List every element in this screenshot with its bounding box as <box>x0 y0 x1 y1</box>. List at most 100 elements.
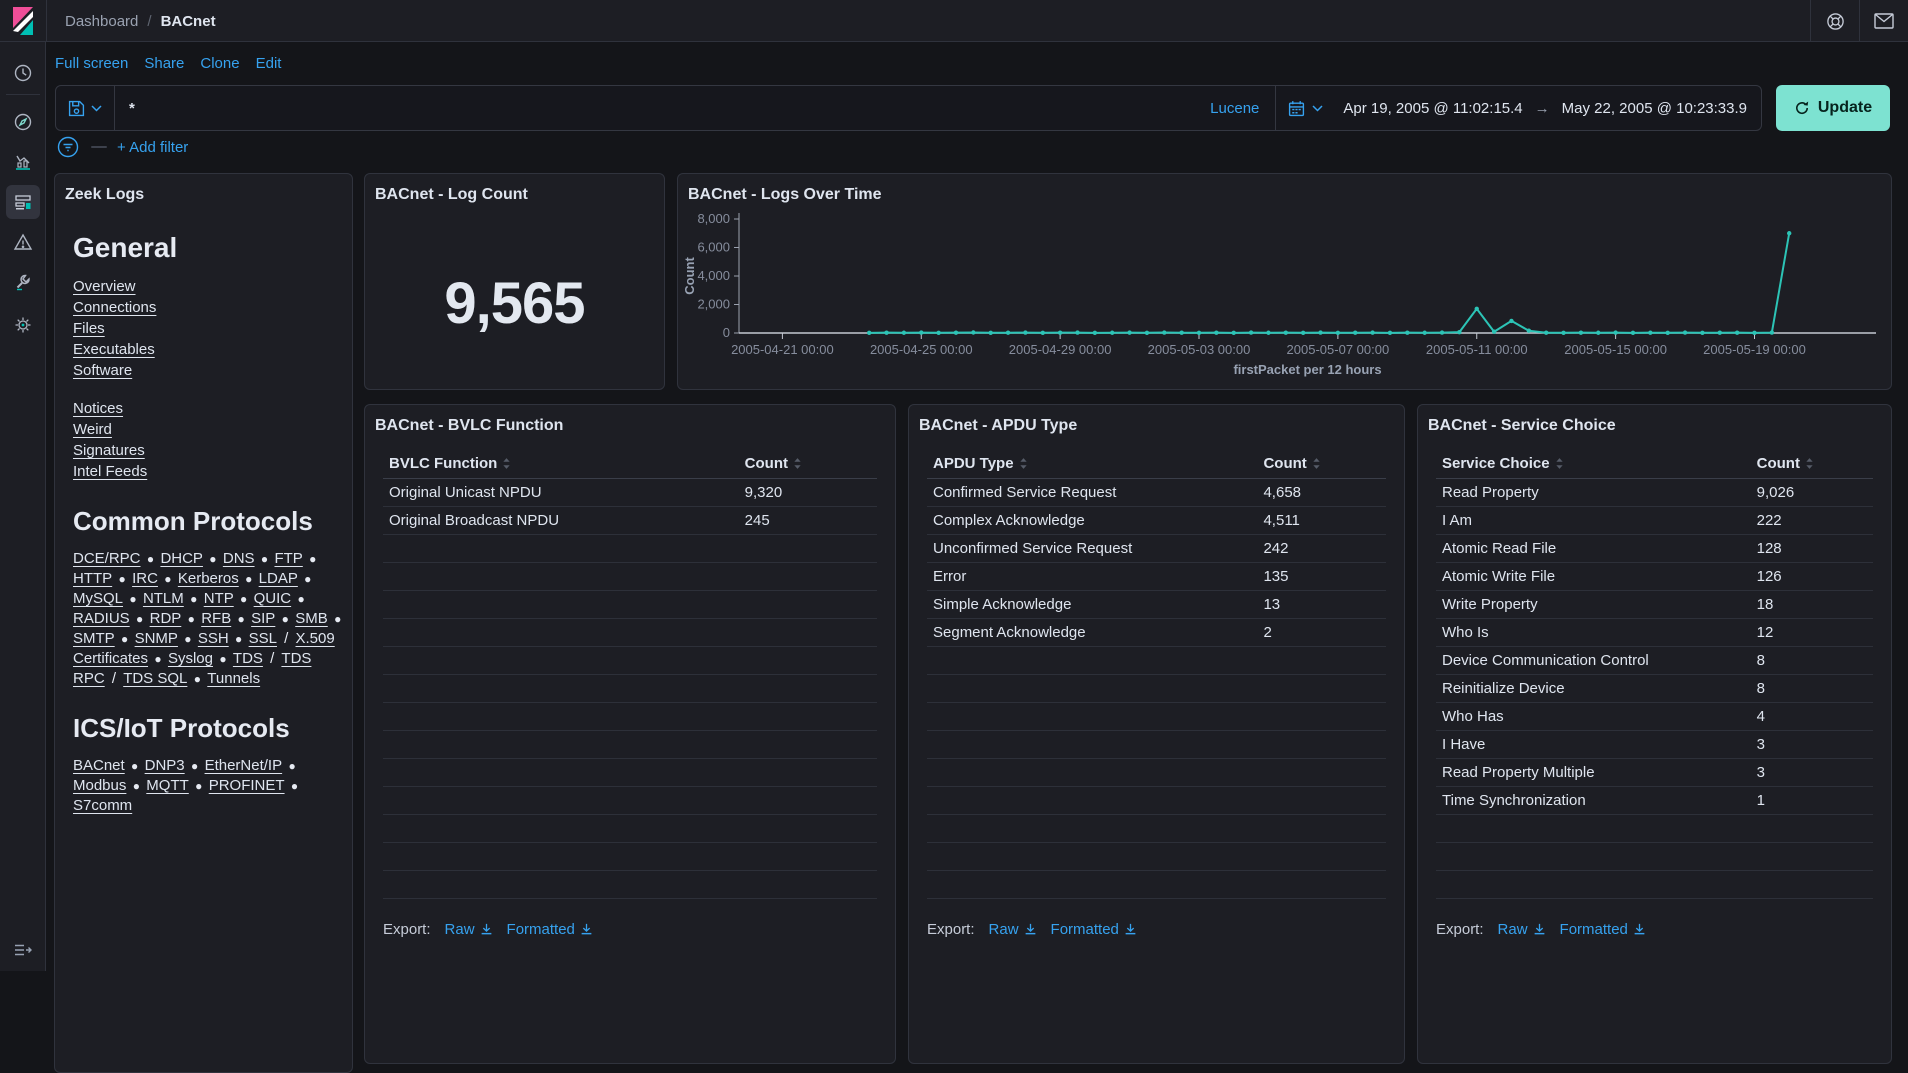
date-range: Apr 19, 2005 @ 11:02:15.4 → May 22, 2005… <box>1335 86 1761 130</box>
zeek-link-rfb[interactable]: RFB <box>201 610 231 627</box>
export-formatted-link[interactable]: Formatted <box>1560 921 1646 938</box>
help-button[interactable] <box>1810 0 1859 42</box>
zeek-link-sip[interactable]: SIP <box>251 610 275 627</box>
sort-icon <box>1312 457 1321 470</box>
table-empty-row <box>927 647 1386 675</box>
column-header-count[interactable]: Count <box>739 455 877 472</box>
kibana-logo[interactable] <box>0 0 47 42</box>
sort-icon <box>1555 457 1564 470</box>
add-filter-button[interactable]: + Add filter <box>117 139 188 156</box>
x-tick-label: 2005-04-25 00:00 <box>870 342 973 357</box>
nav-item-discover[interactable] <box>6 105 40 139</box>
table-row: Reinitialize Device8 <box>1436 675 1873 703</box>
zeek-link-intel-feeds[interactable]: Intel Feeds <box>73 463 147 480</box>
nav-item-visualize[interactable] <box>6 145 40 179</box>
zeek-link-overview[interactable]: Overview <box>73 278 136 295</box>
zeek-link-ftp[interactable]: FTP <box>274 550 302 567</box>
zeek-link-irc[interactable]: IRC <box>132 570 158 587</box>
zeek-link-smb[interactable]: SMB <box>295 610 328 627</box>
zeek-link-executables[interactable]: Executables <box>73 341 155 358</box>
column-header-text: Count <box>745 455 788 472</box>
newsfeed-button[interactable] <box>1859 0 1908 42</box>
column-header-label[interactable]: BVLC Function <box>383 455 739 472</box>
zeek-link-dnp3[interactable]: DNP3 <box>145 757 185 774</box>
query-input[interactable]: * <box>115 86 1194 130</box>
zeek-link-signatures[interactable]: Signatures <box>73 442 145 459</box>
nav-item-alerts[interactable] <box>6 225 40 259</box>
row-label: Original Unicast NPDU <box>383 484 739 501</box>
nav-item-dashboard[interactable] <box>6 185 40 219</box>
column-header-count[interactable]: Count <box>1751 455 1873 472</box>
date-picker-quick-menu[interactable] <box>1275 86 1335 130</box>
zeek-link-mqtt[interactable]: MQTT <box>146 777 189 794</box>
nav-item-management[interactable] <box>6 308 40 342</box>
data-point <box>919 330 923 334</box>
zeek-link-kerberos[interactable]: Kerberos <box>178 570 239 587</box>
zeek-link-ntp[interactable]: NTP <box>204 590 234 607</box>
column-header-label[interactable]: Service Choice <box>1436 455 1751 472</box>
zeek-link-ntlm[interactable]: NTLM <box>143 590 184 607</box>
zeek-link-rdp[interactable]: RDP <box>150 610 182 627</box>
zeek-link-quic[interactable]: QUIC <box>254 590 292 607</box>
export-raw-link[interactable]: Raw <box>445 921 493 938</box>
panel-title: BACnet - BVLC Function <box>365 405 895 435</box>
data-point <box>1440 330 1444 334</box>
share-button[interactable]: Share <box>144 55 184 72</box>
zeek-link-connections[interactable]: Connections <box>73 299 156 316</box>
column-header-label[interactable]: APDU Type <box>927 455 1257 472</box>
zeek-link-weird[interactable]: Weird <box>73 421 112 438</box>
zeek-link-tds-sql[interactable]: TDS SQL <box>123 670 187 687</box>
zeek-link-bacnet[interactable]: BACnet <box>73 757 125 774</box>
zeek-link-software[interactable]: Software <box>73 362 132 379</box>
zeek-link-profinet[interactable]: PROFINET <box>209 777 285 794</box>
zeek-link-ethernet-ip[interactable]: EtherNet/IP <box>205 757 283 774</box>
zeek-link-files[interactable]: Files <box>73 320 105 337</box>
edit-button[interactable]: Edit <box>256 55 282 72</box>
recently-viewed-button[interactable] <box>6 56 40 90</box>
date-range-start[interactable]: Apr 19, 2005 @ 11:02:15.4 <box>1343 100 1522 117</box>
row-label: Segment Acknowledge <box>927 624 1257 641</box>
logs-over-time-chart[interactable]: 02,0004,0006,0008,0002005-04-21 00:00200… <box>678 174 1891 389</box>
full-screen-button[interactable]: Full screen <box>55 55 128 72</box>
zeek-link-smtp[interactable]: SMTP <box>73 630 115 647</box>
update-button[interactable]: Update <box>1776 85 1890 131</box>
export-formatted-link[interactable]: Formatted <box>1051 921 1137 938</box>
list-item: Executables <box>73 339 342 360</box>
list-item: Intel Feeds <box>73 461 342 482</box>
zeek-link-dns[interactable]: DNS <box>223 550 255 567</box>
data-point <box>1318 330 1322 334</box>
zeek-link-ldap[interactable]: LDAP <box>259 570 298 587</box>
zeek-link-snmp[interactable]: SNMP <box>135 630 178 647</box>
zeek-link-dhcp[interactable]: DHCP <box>160 550 203 567</box>
export-raw-link[interactable]: Raw <box>1498 921 1546 938</box>
date-range-end[interactable]: May 22, 2005 @ 10:23:33.9 <box>1562 100 1747 117</box>
export-raw-link[interactable]: Raw <box>989 921 1037 938</box>
nav-item-dev-tools[interactable] <box>6 265 40 299</box>
zeek-link-notices[interactable]: Notices <box>73 400 123 417</box>
data-point <box>1596 331 1600 335</box>
link-group: Notices Weird Signatures Intel Feeds <box>73 398 342 482</box>
dot-separator: ● <box>288 779 299 793</box>
clone-button[interactable]: Clone <box>200 55 239 72</box>
mail-icon <box>1874 13 1894 29</box>
zeek-link-tds[interactable]: TDS <box>233 650 263 667</box>
zeek-link-tunnels[interactable]: Tunnels <box>207 670 260 687</box>
collapse-nav-button[interactable] <box>13 942 33 963</box>
zeek-link-dce-rpc[interactable]: DCE/RPC <box>73 550 141 567</box>
filter-icon[interactable] <box>55 134 81 160</box>
breadcrumb-dashboard[interactable]: Dashboard <box>65 13 138 30</box>
saved-query-menu-button[interactable] <box>56 86 115 130</box>
zeek-link-radius[interactable]: RADIUS <box>73 610 130 627</box>
zeek-link-modbus[interactable]: Modbus <box>73 777 126 794</box>
zeek-link-s7comm[interactable]: S7comm <box>73 797 132 814</box>
export-formatted-link[interactable]: Formatted <box>507 921 593 938</box>
query-language-switcher[interactable]: Lucene <box>1194 86 1275 130</box>
row-count: 245 <box>739 512 877 529</box>
zeek-link-ssh[interactable]: SSH <box>198 630 229 647</box>
zeek-link-ssl[interactable]: SSL <box>249 630 277 647</box>
column-header-count[interactable]: Count <box>1257 455 1386 472</box>
row-label: Original Broadcast NPDU <box>383 512 739 529</box>
zeek-link-mysql[interactable]: MySQL <box>73 590 123 607</box>
zeek-link-http[interactable]: HTTP <box>73 570 112 587</box>
zeek-link-syslog[interactable]: Syslog <box>168 650 213 667</box>
